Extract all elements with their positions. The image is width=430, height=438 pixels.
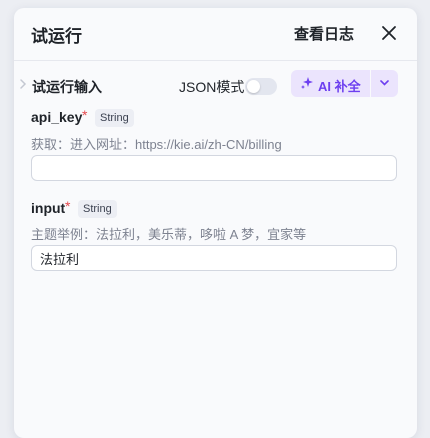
- test-input-section-header: 试运行输入 JSON模式 AI 补全: [14, 70, 417, 104]
- panel-title: 试运行: [31, 27, 82, 46]
- chevron-down-icon: [380, 80, 389, 86]
- type-badge: String: [95, 109, 134, 127]
- view-log-button[interactable]: 查看日志: [294, 23, 354, 44]
- ai-fill-button[interactable]: AI 补全: [291, 70, 370, 97]
- required-mark: *: [65, 198, 71, 214]
- type-badge: String: [78, 200, 117, 218]
- field-label-input: input: [31, 200, 66, 216]
- json-mode-label: JSON模式: [179, 79, 245, 95]
- required-mark: *: [82, 107, 88, 123]
- field-label-api-key: api_key: [31, 109, 83, 125]
- toggle-knob: [247, 80, 260, 93]
- section-title: 试运行输入: [32, 79, 102, 95]
- sparkle-icon: [301, 77, 313, 89]
- test-run-panel: 试运行 查看日志 试运行输入 JSON模式 AI 补全 api_key * St…: [14, 8, 417, 438]
- panel-header: 试运行 查看日志: [14, 8, 417, 61]
- ai-fill-label: AI 补全: [318, 79, 361, 94]
- close-icon[interactable]: [378, 22, 400, 44]
- json-mode-toggle[interactable]: [245, 78, 277, 95]
- ai-fill-dropdown-button[interactable]: [371, 70, 398, 97]
- input-field[interactable]: [31, 245, 397, 271]
- chevron-right-icon[interactable]: [18, 77, 28, 91]
- field-hint-input: 主题举例：法拉利，美乐蒂，哆啦 A 梦，宜家等: [31, 227, 307, 242]
- api-key-input[interactable]: [31, 155, 397, 181]
- field-hint-api-key: 获取：进入网址：https://kie.ai/zh-CN/billing: [31, 137, 282, 152]
